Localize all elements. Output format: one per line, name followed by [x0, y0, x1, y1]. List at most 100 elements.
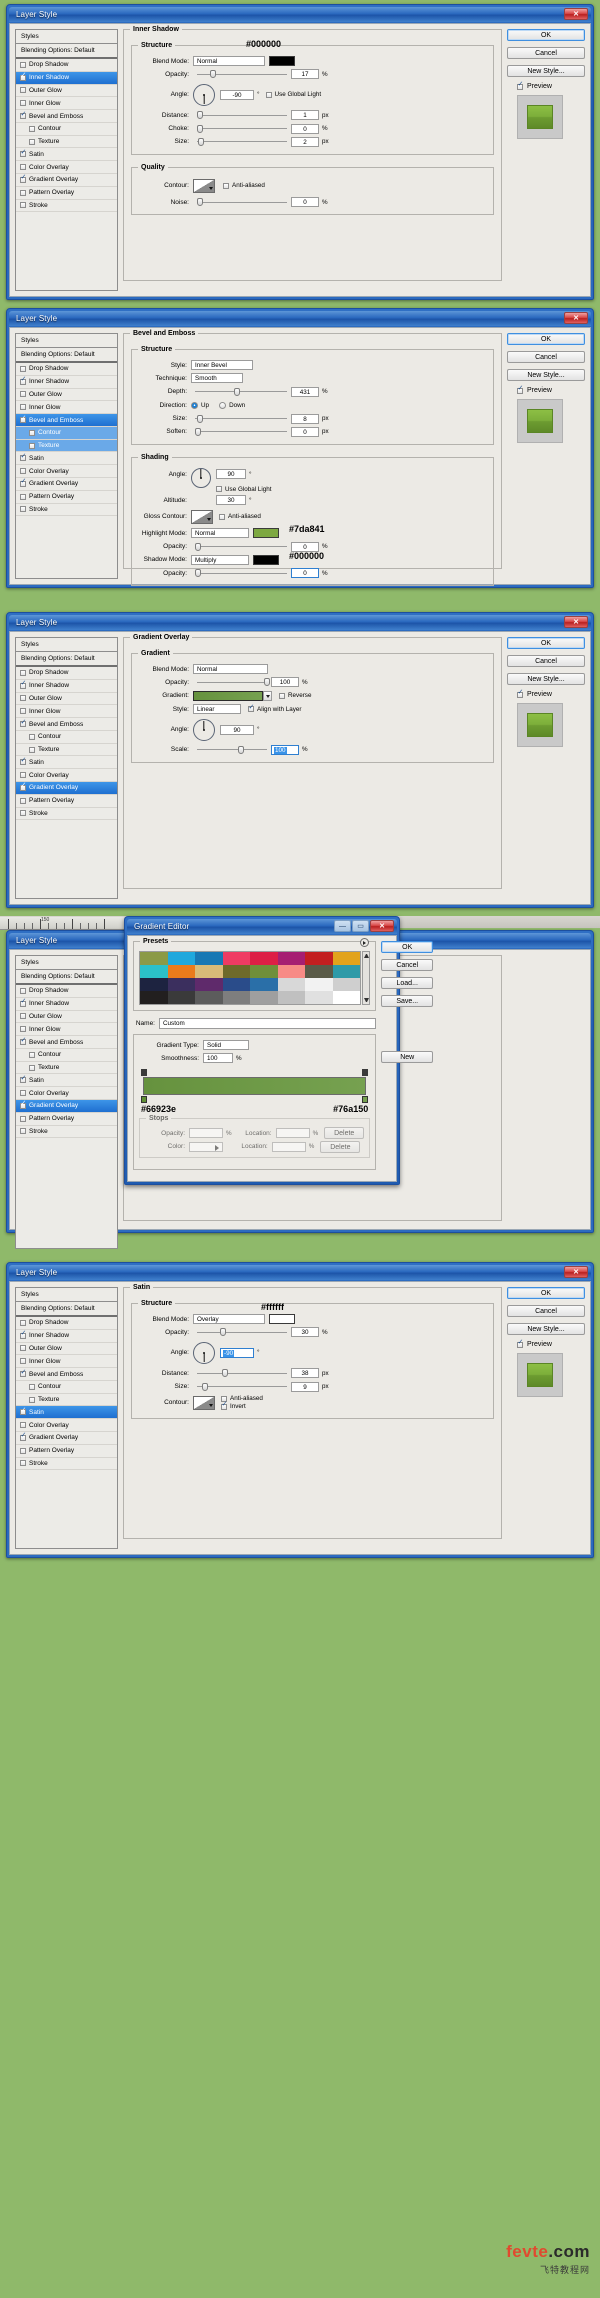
sidebar-item-gradient-overlay[interactable]: Gradient Overlay	[16, 478, 117, 491]
checkbox-icon[interactable]	[20, 506, 26, 513]
blending-options-item[interactable]: Blending Options: Default	[16, 652, 117, 667]
close-icon[interactable]: ✕	[564, 8, 588, 20]
stop-marker-left-bottom[interactable]	[141, 1096, 147, 1104]
checkbox-icon[interactable]	[20, 493, 26, 500]
preset-swatch[interactable]	[195, 952, 223, 965]
presets-grid[interactable]	[139, 951, 362, 1005]
sidebar-item-inner-shadow[interactable]: Inner Shadow	[16, 71, 117, 85]
blend-mode-select[interactable]: Normal	[193, 664, 268, 674]
checkbox-icon[interactable]	[29, 442, 35, 449]
checkbox-checked-icon[interactable]	[20, 998, 26, 1007]
direction-up-radio[interactable]: Up	[191, 401, 209, 409]
opacity-slider[interactable]	[197, 1327, 287, 1337]
contour-preview[interactable]	[193, 1395, 215, 1410]
sidebar-item-texture[interactable]: Texture	[16, 1062, 117, 1075]
checkbox-icon[interactable]	[29, 1383, 35, 1390]
opacity-slider[interactable]	[197, 677, 270, 687]
sidebar-item-satin[interactable]: Satin	[16, 1074, 117, 1088]
preset-swatch[interactable]	[305, 952, 333, 965]
checkbox-checked-icon[interactable]	[517, 1339, 523, 1348]
soften-input[interactable]: 0	[291, 426, 319, 437]
sidebar-item-pattern-overlay[interactable]: Pattern Overlay	[16, 1445, 117, 1458]
choke-slider[interactable]	[197, 124, 287, 134]
preset-swatch[interactable]	[305, 965, 333, 978]
angle-dial[interactable]	[193, 718, 215, 741]
sidebar-item-drop-shadow[interactable]: Drop Shadow	[16, 667, 117, 680]
preset-swatch[interactable]	[277, 978, 306, 991]
preview-checkbox[interactable]: Preview	[517, 1339, 585, 1348]
highlight-opacity-slider[interactable]	[195, 542, 287, 552]
sidebar-item-outer-glow[interactable]: Outer Glow	[16, 389, 117, 402]
sidebar-item-texture[interactable]: Texture	[16, 439, 117, 453]
cancel-button[interactable]: Cancel	[507, 1305, 585, 1317]
scale-slider[interactable]	[197, 745, 267, 755]
sidebar-item-inner-shadow[interactable]: Inner Shadow	[16, 998, 117, 1011]
anti-aliased-checkbox[interactable]: Anti-aliased	[223, 182, 265, 189]
preview-checkbox[interactable]: Preview	[517, 689, 585, 698]
stop-color-swatch[interactable]	[189, 1141, 223, 1152]
checkbox-checked-icon[interactable]	[20, 1432, 26, 1441]
load-button[interactable]: Load...	[381, 977, 434, 989]
minimize-icon[interactable]: —	[334, 920, 351, 932]
checkbox-checked-icon[interactable]	[20, 1407, 26, 1416]
preset-swatch[interactable]	[250, 965, 278, 978]
sidebar-item-satin[interactable]: Satin	[16, 452, 117, 466]
noise-slider[interactable]	[197, 197, 287, 207]
checkbox-icon[interactable]	[29, 429, 35, 436]
shadow-color-swatch[interactable]	[253, 554, 279, 565]
preset-swatch[interactable]	[332, 952, 361, 965]
opacity-input[interactable]: 30	[291, 1327, 319, 1338]
direction-down-radio[interactable]: Down	[219, 401, 245, 409]
stop-marker-right-top[interactable]	[362, 1069, 369, 1077]
sidebar-item-satin[interactable]: Satin	[16, 148, 117, 162]
checkbox-icon[interactable]	[20, 87, 26, 94]
soften-slider[interactable]	[195, 427, 287, 437]
preset-swatch[interactable]	[250, 978, 278, 991]
shadow-opacity-input[interactable]: 0	[291, 568, 319, 579]
sidebar-item-gradient-overlay[interactable]: Gradient Overlay	[16, 174, 117, 187]
satin-color-swatch[interactable]	[269, 1314, 295, 1324]
delete-opacity-stop-button[interactable]: Delete	[324, 1127, 365, 1140]
checkbox-icon[interactable]	[20, 164, 26, 171]
checkbox-icon[interactable]	[279, 692, 285, 699]
checkbox-icon[interactable]	[20, 1128, 26, 1135]
depth-slider[interactable]	[195, 387, 287, 397]
angle-input[interactable]: 90	[216, 469, 246, 480]
distance-slider[interactable]	[197, 1368, 287, 1378]
styles-list[interactable]: Styles Blending Options: Default Drop Sh…	[15, 637, 118, 900]
sidebar-item-drop-shadow[interactable]: Drop Shadow	[16, 985, 117, 998]
sidebar-item-inner-glow[interactable]: Inner Glow	[16, 97, 117, 111]
size-slider[interactable]	[195, 414, 287, 424]
blending-options-item[interactable]: Blending Options: Default	[16, 44, 117, 59]
sidebar-item-stroke[interactable]: Stroke	[16, 808, 117, 821]
distance-input[interactable]: 38	[291, 1368, 319, 1379]
checkbox-checked-icon[interactable]	[20, 453, 26, 462]
checkbox-icon[interactable]	[219, 513, 225, 520]
use-global-light-checkbox[interactable]: Use Global Light	[216, 486, 272, 493]
sidebar-item-inner-shadow[interactable]: Inner Shadow	[16, 376, 117, 389]
preset-swatch[interactable]	[332, 991, 361, 1004]
sidebar-item-gradient-overlay[interactable]: Gradient Overlay	[16, 1432, 117, 1445]
checkbox-icon[interactable]	[265, 91, 272, 98]
checkbox-icon[interactable]	[29, 746, 35, 753]
sidebar-item-stroke[interactable]: Stroke	[16, 1126, 117, 1139]
checkbox-icon[interactable]	[29, 733, 35, 740]
blending-options-item[interactable]: Blending Options: Default	[16, 970, 117, 985]
technique-select[interactable]: Smooth	[191, 373, 243, 384]
checkbox-icon[interactable]	[20, 1460, 26, 1467]
preset-swatch[interactable]	[222, 991, 251, 1004]
checkbox-checked-icon[interactable]	[20, 1037, 26, 1046]
preset-swatch[interactable]	[305, 978, 333, 991]
styles-list[interactable]: Styles Blending Options: Default Drop Sh…	[15, 1287, 118, 1550]
reverse-checkbox[interactable]: Reverse	[279, 692, 311, 699]
delete-color-stop-button[interactable]: Delete	[320, 1140, 361, 1153]
distance-input[interactable]: 1	[291, 110, 319, 121]
new-button[interactable]: New	[381, 1051, 434, 1063]
preset-swatch[interactable]	[167, 991, 196, 1004]
checkbox-icon[interactable]	[20, 189, 26, 196]
preview-checkbox[interactable]: Preview	[517, 81, 585, 90]
checkbox-icon[interactable]	[20, 1422, 26, 1429]
preset-swatch[interactable]	[277, 965, 306, 978]
sidebar-item-drop-shadow[interactable]: Drop Shadow	[16, 363, 117, 376]
altitude-input[interactable]: 30	[216, 495, 246, 506]
